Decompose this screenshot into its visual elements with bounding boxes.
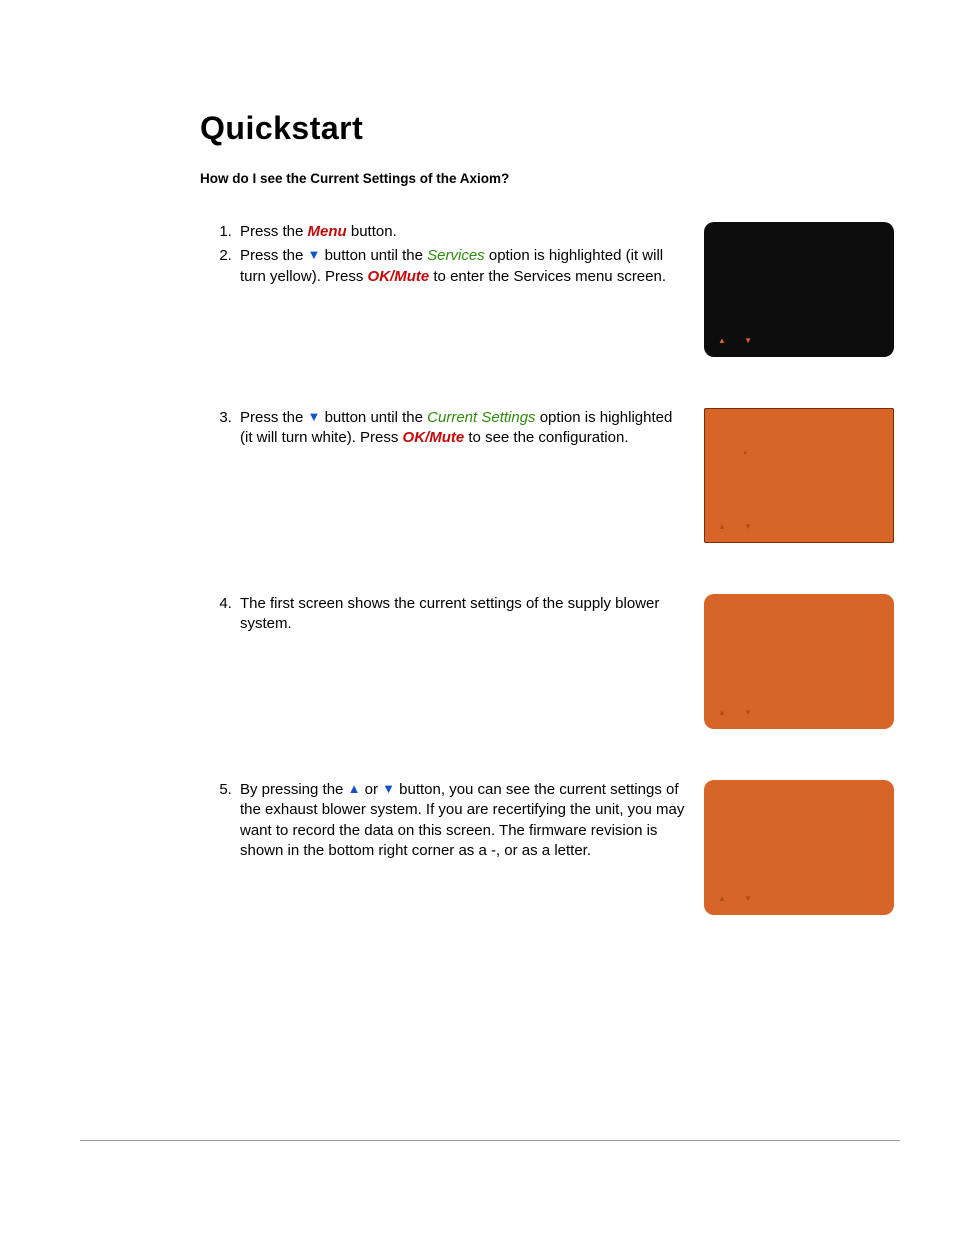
step-3: Press the ▼ button until the Current Set… bbox=[236, 408, 688, 449]
step-row-2: Press the ▼ button until the Current Set… bbox=[200, 408, 894, 548]
nav-arrows-icon: ▲ ▼ bbox=[718, 336, 760, 345]
text: button until the bbox=[320, 409, 427, 426]
down-arrow-icon: ▼ bbox=[308, 410, 321, 423]
text: to see the configuration. bbox=[464, 429, 628, 446]
text: button. bbox=[347, 223, 397, 240]
step-row-4: By pressing the ▲ or ▼ button, you can s… bbox=[200, 780, 894, 920]
step-5: By pressing the ▲ or ▼ button, you can s… bbox=[236, 780, 688, 861]
text: Press the bbox=[240, 247, 308, 264]
nav-arrows-icon: ▲ ▼ bbox=[718, 708, 760, 717]
page-title: Quickstart bbox=[200, 110, 894, 147]
step-4: The first screen shows the current setti… bbox=[236, 594, 688, 635]
step-2: Press the ▼ button until the Services op… bbox=[236, 246, 688, 287]
step-row-1: Press the Menu button. Press the ▼ butto… bbox=[200, 222, 894, 362]
services-label: Services bbox=[427, 247, 485, 264]
step-list-1: Press the Menu button. Press the ▼ butto… bbox=[200, 222, 704, 291]
text: or bbox=[360, 781, 382, 798]
screenshot-supply-settings: ▲ ▼ bbox=[704, 594, 894, 729]
step-row-3: The first screen shows the current setti… bbox=[200, 594, 894, 734]
up-arrow-icon: ▲ bbox=[348, 782, 361, 795]
text: button until the bbox=[320, 247, 427, 264]
okmute-label: OK/Mute bbox=[403, 429, 465, 446]
page: Quickstart How do I see the Current Sett… bbox=[0, 0, 954, 1221]
down-arrow-icon: ▼ bbox=[308, 248, 321, 261]
text: Press the bbox=[240, 409, 308, 426]
screenshot-exhaust-settings: ▲ ▼ bbox=[704, 780, 894, 915]
step-list-3: The first screen shows the current setti… bbox=[200, 594, 704, 639]
menu-label: Menu bbox=[308, 223, 347, 240]
screenshot-main-menu: ▲ ▼ bbox=[704, 222, 894, 357]
okmute-label: OK/Mute bbox=[368, 268, 430, 285]
nav-arrows-icon: ▲ ▼ bbox=[718, 522, 760, 531]
screenshot-services-menu: ▸ ▲ ▼ bbox=[704, 408, 894, 543]
text: By pressing the bbox=[240, 781, 348, 798]
text: The first screen shows the current setti… bbox=[240, 595, 659, 632]
selection-arrow-icon: ▸ bbox=[744, 448, 748, 457]
sub-heading: How do I see the Current Settings of the… bbox=[200, 171, 894, 186]
nav-arrows-icon: ▲ ▼ bbox=[718, 894, 760, 903]
text: Press the bbox=[240, 223, 308, 240]
step-list-4: By pressing the ▲ or ▼ button, you can s… bbox=[200, 780, 704, 865]
footer-divider bbox=[80, 1140, 900, 1141]
text: to enter the Services menu screen. bbox=[429, 268, 666, 285]
current-settings-label: Current Settings bbox=[427, 409, 535, 426]
step-1: Press the Menu button. bbox=[236, 222, 688, 242]
step-list-2: Press the ▼ button until the Current Set… bbox=[200, 408, 704, 453]
down-arrow-icon: ▼ bbox=[382, 782, 395, 795]
